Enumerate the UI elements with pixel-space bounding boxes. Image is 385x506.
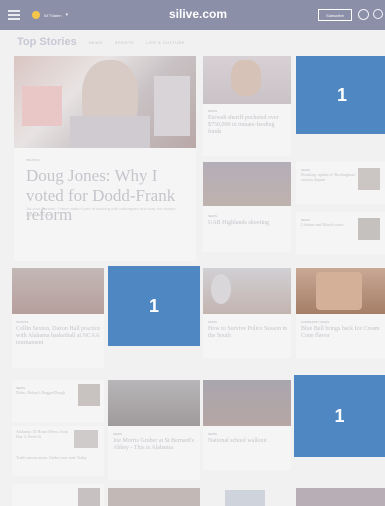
story-headline[interactable]: National school walkout bbox=[208, 438, 290, 445]
story-image-etowah[interactable] bbox=[203, 56, 291, 104]
chevron-down-icon: ▾ bbox=[65, 12, 69, 18]
story-card-police[interactable]: NEWS How to Survive Police Season in the… bbox=[203, 268, 291, 358]
weather-widget[interactable]: 54°Staten ▾ bbox=[32, 11, 68, 19]
story-card-uab[interactable]: NEWS UAB Highlands shooting bbox=[203, 162, 291, 252]
user-account-icon[interactable] bbox=[358, 9, 369, 20]
story-headline[interactable]: Collin Sexton, Dazon Hall practice with … bbox=[16, 326, 102, 348]
section-link-sports[interactable]: SPORTS bbox=[115, 40, 134, 45]
story-card-collin-sexton[interactable]: SPORTS Collin Sexton, Dazon Hall practic… bbox=[12, 268, 104, 368]
site-header: 54°Staten ▾ silive.com Subscribe bbox=[0, 0, 385, 30]
list-item[interactable]: Alabama: 35 Hours Metro, from Day 4: Fre… bbox=[16, 429, 72, 440]
section-link-life-culture[interactable]: LIFE & CULTURE bbox=[146, 40, 185, 45]
story-headline[interactable]: Joe Morris Gruber at St Bernard's Abbey … bbox=[113, 438, 197, 452]
weather-label: 54°Staten bbox=[44, 12, 62, 18]
story-card-lifetime[interactable]: NEWS Lifetime and Marsh voters bbox=[296, 212, 385, 254]
story-thumbnail[interactable] bbox=[358, 168, 380, 190]
story-tag: NEWS bbox=[208, 432, 217, 436]
story-thumbnail[interactable] bbox=[74, 430, 98, 448]
story-tag: SPORTS bbox=[16, 320, 29, 324]
story-headline[interactable]: UAB Highlands shooting bbox=[208, 220, 288, 227]
story-image-abbey[interactable] bbox=[108, 380, 200, 426]
story-image-walkout[interactable] bbox=[203, 380, 291, 426]
story-image-ice-cream[interactable] bbox=[296, 268, 385, 314]
hamburger-menu-icon[interactable] bbox=[8, 10, 20, 20]
story-tag: NEWS bbox=[208, 214, 217, 218]
main-story-card[interactable]: POLITICS Doug Jones: Why I voted for Dod… bbox=[14, 56, 196, 261]
main-story-image[interactable] bbox=[14, 56, 196, 148]
search-icon[interactable] bbox=[373, 9, 383, 19]
section-title: Top Stories bbox=[17, 36, 77, 48]
subscribe-button[interactable]: Subscribe bbox=[318, 9, 352, 21]
story-image-partial[interactable] bbox=[108, 488, 200, 506]
list-item[interactable]: Trade season meets: Under your state Tod… bbox=[16, 455, 96, 461]
story-headline[interactable]: Daleo, Robyn's Nugget/Dough bbox=[16, 390, 74, 396]
story-image-partial[interactable] bbox=[225, 490, 265, 506]
story-tag: NEWS bbox=[208, 109, 217, 113]
story-card-walkout[interactable]: NEWS National school walkout bbox=[203, 380, 291, 470]
story-headline[interactable]: Etowah sheriff pocketed over $750,000 in… bbox=[208, 115, 288, 137]
section-link-news[interactable]: NEWS bbox=[89, 40, 103, 45]
story-card-partial[interactable] bbox=[12, 484, 104, 506]
story-image-partial[interactable] bbox=[296, 488, 385, 506]
site-logo[interactable]: silive.com bbox=[169, 7, 227, 21]
advertisement[interactable]: 1 bbox=[108, 266, 200, 346]
story-image-uab[interactable] bbox=[203, 162, 291, 206]
sun-icon bbox=[32, 11, 40, 19]
story-headline[interactable]: Breaking: update of 'Rockingham' auction… bbox=[301, 172, 357, 183]
story-thumbnail[interactable] bbox=[78, 384, 100, 406]
main-story-body: 'As your Senator, I have made it part of… bbox=[26, 206, 176, 217]
story-thumbnail[interactable] bbox=[358, 218, 380, 240]
story-tag: COMMUNITY NEWS bbox=[301, 320, 330, 324]
story-headline[interactable]: How to Survive Police Season in the Sout… bbox=[208, 326, 290, 340]
story-card-blue-bell[interactable]: COMMUNITY NEWS Blue Bell brings back Ice… bbox=[296, 268, 385, 358]
story-headline[interactable]: Blue Bell brings back Ice Cream Cone fla… bbox=[301, 326, 383, 340]
story-card-daleo[interactable]: NEWS Daleo, Robyn's Nugget/Dough bbox=[12, 380, 104, 422]
story-list: Alabama: 35 Hours Metro, from Day 4: Fre… bbox=[12, 426, 104, 476]
story-image-police[interactable] bbox=[203, 268, 291, 314]
story-tag: NEWS bbox=[113, 432, 122, 436]
browser-screen: 54°Staten ▾ silive.com Subscribe Top Sto… bbox=[0, 0, 385, 506]
section-bar: Top Stories NEWS SPORTS LIFE & CULTURE bbox=[0, 30, 385, 54]
story-card-etowah[interactable]: NEWS Etowah sheriff pocketed over $750,0… bbox=[203, 56, 291, 156]
story-card-rockingham[interactable]: NEWS Breaking: update of 'Rockingham' au… bbox=[296, 162, 385, 204]
story-card-joe-morris[interactable]: NEWS Joe Morris Gruber at St Bernard's A… bbox=[108, 380, 200, 480]
story-thumbnail[interactable] bbox=[78, 488, 100, 506]
advertisement[interactable]: 1 bbox=[296, 56, 385, 134]
story-tag: NEWS bbox=[208, 320, 217, 324]
main-story-tag: POLITICS bbox=[26, 158, 40, 162]
advertisement[interactable]: 1 bbox=[294, 375, 385, 457]
story-headline[interactable]: Lifetime and Marsh voters bbox=[301, 222, 357, 228]
story-image-basketball[interactable] bbox=[12, 268, 104, 314]
